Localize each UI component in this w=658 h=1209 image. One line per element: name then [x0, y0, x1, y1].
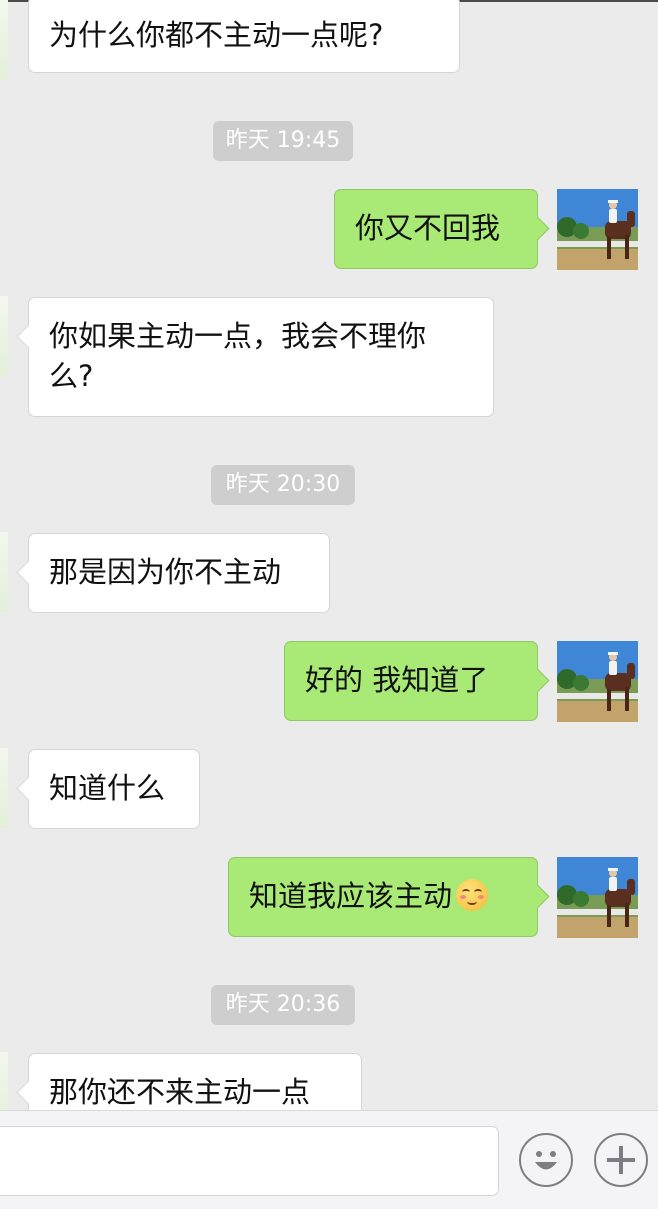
contact-avatar-edge[interactable] [0, 748, 8, 828]
my-avatar[interactable] [557, 189, 638, 270]
my-avatar[interactable] [557, 641, 638, 722]
horse-rider-avatar-image [557, 641, 638, 722]
message-text: 那是因为你不主动 [49, 555, 282, 589]
bubble-tail [525, 884, 550, 909]
outgoing-message-bubble[interactable]: 知道我应该主动 [228, 857, 550, 937]
emoji-button[interactable] [519, 1133, 573, 1187]
message-text: 为什么你都不主动一点呢? [49, 18, 384, 52]
bubble-tail [525, 668, 550, 693]
incoming-message-bubble[interactable]: 知道什么 [16, 749, 200, 829]
message-list[interactable]: 为什么你都不主动一点呢? 昨天 19:45 你又不回我 你如果主动一点，我会不理… [0, 0, 658, 1110]
timestamp-badge: 昨天 20:30 [211, 465, 355, 505]
smiley-face-icon [535, 1151, 557, 1170]
bubble-tail [16, 560, 41, 585]
bubble-tail [16, 1080, 41, 1105]
message-text: 知道什么 [49, 771, 166, 805]
message-text-line: 你如果主动一点，我会不理你 [49, 319, 427, 353]
incoming-message-bubble[interactable]: 为什么你都不主动一点呢? [28, 0, 460, 73]
message-text: 好的 我知道了 [305, 663, 489, 697]
bubble-tail [525, 216, 550, 241]
chat-screen: 为什么你都不主动一点呢? 昨天 19:45 你又不回我 你如果主动一点，我会不理… [0, 0, 658, 1209]
message-input[interactable] [0, 1126, 499, 1196]
incoming-message-bubble[interactable]: 你如果主动一点，我会不理你 么? [16, 297, 494, 417]
more-button[interactable] [594, 1133, 648, 1187]
contact-avatar-edge[interactable] [0, 1052, 8, 1110]
contact-avatar-edge[interactable] [0, 532, 8, 612]
message-text: 知道我应该主动 [249, 879, 453, 913]
timestamp-badge: 昨天 20:36 [211, 985, 355, 1025]
plus-icon [607, 1146, 635, 1174]
message-text: 那你还不来主动一点 [49, 1075, 311, 1109]
blushing-smile-emoji-icon [456, 879, 489, 911]
timestamp-badge: 昨天 19:45 [213, 121, 353, 161]
incoming-message-bubble[interactable]: 那是因为你不主动 [16, 533, 330, 613]
bubble-tail [16, 324, 41, 349]
incoming-message-bubble[interactable]: 那你还不来主动一点 [16, 1053, 362, 1110]
horse-rider-avatar-image [557, 189, 638, 270]
message-text-line: 么? [49, 359, 94, 393]
input-bar [0, 1110, 658, 1209]
contact-avatar-edge[interactable] [0, 296, 8, 376]
my-avatar[interactable] [557, 857, 638, 938]
contact-avatar-edge[interactable] [0, 0, 8, 80]
message-text: 你又不回我 [355, 211, 501, 245]
outgoing-message-bubble[interactable]: 你又不回我 [334, 189, 550, 269]
outgoing-message-bubble[interactable]: 好的 我知道了 [284, 641, 550, 721]
horse-rider-avatar-image [557, 857, 638, 938]
bubble-tail [16, 776, 41, 801]
